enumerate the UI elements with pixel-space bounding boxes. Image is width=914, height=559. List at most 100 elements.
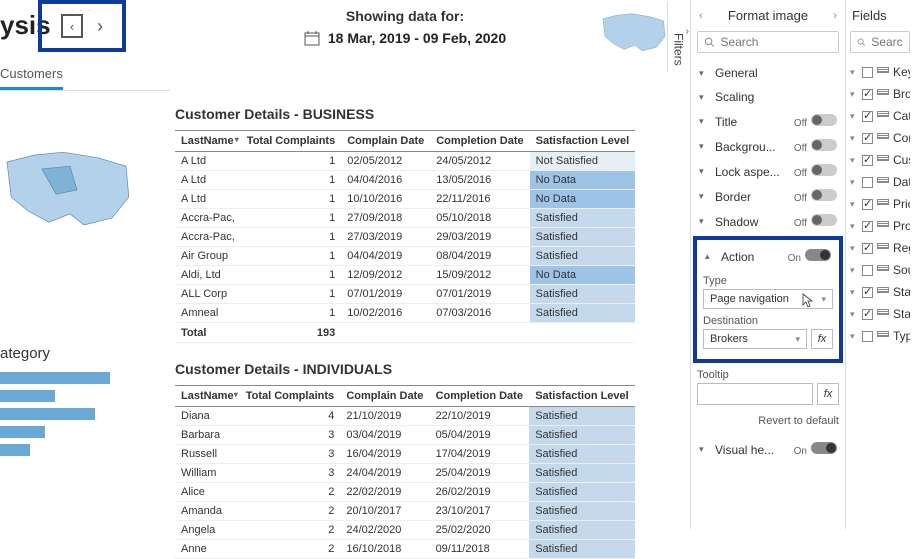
showing-data-label: Showing data for: bbox=[175, 8, 635, 24]
field-label: Key Me bbox=[893, 65, 910, 79]
field-item[interactable]: ▾Source bbox=[850, 259, 910, 281]
table-row[interactable]: Barbara303/04/201905/04/2019Satisfied bbox=[175, 426, 635, 445]
tooltip-input[interactable] bbox=[697, 383, 813, 405]
prop-shadow[interactable]: ▾ShadowOff bbox=[697, 209, 839, 234]
prop-scaling[interactable]: ▾Scaling bbox=[697, 85, 839, 109]
table-row[interactable]: Amneal110/02/201607/03/2016Satisfied bbox=[175, 304, 635, 323]
column-header[interactable]: Satisfaction Level bbox=[530, 131, 636, 152]
format-search[interactable] bbox=[697, 31, 839, 53]
fields-search-input[interactable] bbox=[871, 35, 903, 49]
prev-page-button[interactable]: ‹ bbox=[61, 14, 83, 38]
checkbox[interactable] bbox=[862, 331, 873, 342]
field-item[interactable]: ▾Custon bbox=[850, 149, 910, 171]
bar bbox=[0, 444, 30, 456]
checkbox[interactable] bbox=[862, 243, 873, 254]
field-item[interactable]: ▾Types bbox=[850, 325, 910, 347]
prop-border[interactable]: ▾BorderOff bbox=[697, 184, 839, 209]
table-row[interactable]: Amanda220/10/201723/10/2017Satisfied bbox=[175, 502, 635, 521]
prop-action[interactable]: ▴ActionOn bbox=[703, 244, 833, 269]
field-item[interactable]: ▾Produc bbox=[850, 215, 910, 237]
revert-to-default[interactable]: Revert to default bbox=[697, 415, 839, 427]
toggle-border[interactable] bbox=[811, 189, 837, 201]
table-row[interactable]: Aldi, Ltd112/09/201215/09/2012No Data bbox=[175, 266, 635, 285]
destination-dropdown[interactable]: Brokers ▾ bbox=[703, 329, 807, 349]
table-row[interactable]: Anne216/10/201809/11/2018Satisfied bbox=[175, 540, 635, 559]
checkbox[interactable] bbox=[862, 199, 873, 210]
checkbox[interactable] bbox=[862, 287, 873, 298]
table-row[interactable]: A Ltd110/10/201622/11/2016No Data bbox=[175, 190, 635, 209]
table-row[interactable]: Alice222/02/201926/02/2019Satisfied bbox=[175, 483, 635, 502]
table-icon bbox=[877, 221, 889, 231]
field-item[interactable]: ▾Key Me bbox=[850, 61, 910, 83]
tooltip-fx-button[interactable]: fx bbox=[817, 383, 839, 405]
fields-search[interactable] bbox=[850, 31, 910, 53]
toggle-lock[interactable] bbox=[811, 164, 837, 176]
table-row[interactable]: Russell316/04/201917/04/2019Satisfied bbox=[175, 445, 635, 464]
chevron-right-icon: › bbox=[686, 26, 689, 37]
type-label: Type bbox=[703, 275, 833, 287]
table-row[interactable]: ALL Corp107/01/201907/01/2019Satisfied bbox=[175, 285, 635, 304]
destination-fx-button[interactable]: fx bbox=[811, 329, 833, 349]
toggle-action[interactable] bbox=[805, 249, 831, 261]
field-item[interactable]: ▾Dates bbox=[850, 171, 910, 193]
column-header[interactable]: LastName▾ bbox=[175, 386, 240, 407]
column-header[interactable]: LastName▾ bbox=[175, 131, 241, 152]
toggle-title[interactable] bbox=[811, 114, 837, 126]
field-label: Produc bbox=[893, 219, 910, 233]
table-row[interactable]: Angela224/02/202025/02/2020Satisfied bbox=[175, 521, 635, 540]
column-header[interactable]: Complain Date bbox=[340, 386, 429, 407]
checkbox[interactable] bbox=[862, 155, 873, 166]
checkbox[interactable] bbox=[862, 221, 873, 232]
field-item[interactable]: ▾Region bbox=[850, 237, 910, 259]
column-header[interactable]: Completion Date bbox=[430, 386, 530, 407]
prop-visual-header[interactable]: ▾Visual he...On bbox=[697, 437, 839, 462]
checkbox[interactable] bbox=[862, 177, 873, 188]
table-row[interactable]: A Ltd102/05/201224/05/2012Not Satisfied bbox=[175, 152, 635, 171]
checkbox[interactable] bbox=[862, 89, 873, 100]
type-dropdown[interactable]: Page navigation ▾ bbox=[703, 289, 833, 309]
category-heading: ategory bbox=[0, 345, 50, 362]
next-page-button[interactable]: › bbox=[97, 16, 103, 37]
column-header[interactable]: Satisfaction Level bbox=[529, 386, 635, 407]
prop-general[interactable]: ▾General bbox=[697, 61, 839, 85]
toggle-shadow[interactable] bbox=[811, 214, 837, 226]
prop-title[interactable]: ▾TitleOff bbox=[697, 109, 839, 134]
checkbox[interactable] bbox=[862, 133, 873, 144]
toggle-visual-header[interactable] bbox=[811, 442, 837, 454]
prop-background[interactable]: ▾Backgrou...Off bbox=[697, 134, 839, 159]
table-row[interactable]: Accra-Pac,127/09/201805/10/2018Satisfied bbox=[175, 209, 635, 228]
column-header[interactable]: Complain Date bbox=[341, 131, 430, 152]
field-item[interactable]: ▾Prioriti bbox=[850, 193, 910, 215]
filters-collapsed-tab[interactable]: › Filters bbox=[667, 2, 689, 72]
table-row[interactable]: Diana421/10/201922/10/2019Satisfied bbox=[175, 407, 635, 426]
field-item[interactable]: ▾Status I bbox=[850, 281, 910, 303]
individuals-table[interactable]: LastName▾Total ComplaintsComplain DateCo… bbox=[175, 385, 635, 559]
field-item[interactable]: ▾Statuse bbox=[850, 303, 910, 325]
table-row[interactable]: William324/04/201925/04/2019Satisfied bbox=[175, 464, 635, 483]
field-item[interactable]: ▾Catego bbox=[850, 105, 910, 127]
field-item[interactable]: ▾Brokers bbox=[850, 83, 910, 105]
column-header[interactable]: Total Complaints bbox=[240, 386, 341, 407]
column-header[interactable]: Total Complaints bbox=[241, 131, 341, 152]
business-table[interactable]: LastName▾Total ComplaintsComplain DateCo… bbox=[175, 130, 635, 343]
us-map-small[interactable] bbox=[595, 8, 675, 58]
format-search-input[interactable] bbox=[720, 35, 832, 49]
fields-pane-title: Fields bbox=[850, 4, 910, 27]
chevron-left-icon[interactable]: ‹ bbox=[699, 10, 703, 22]
checkbox[interactable] bbox=[862, 111, 873, 122]
field-item[interactable]: ▾Compl bbox=[850, 127, 910, 149]
table-row[interactable]: A Ltd104/04/201613/05/2016No Data bbox=[175, 171, 635, 190]
table-row[interactable]: Air Group104/04/201908/04/2019Satisfied bbox=[175, 247, 635, 266]
table-row[interactable]: Accra-Pac,127/03/201929/03/2019Satisfied bbox=[175, 228, 635, 247]
checkbox[interactable] bbox=[862, 309, 873, 320]
column-header[interactable]: Completion Date bbox=[430, 131, 529, 152]
calendar-icon bbox=[304, 30, 320, 46]
tab-customers[interactable]: Customers bbox=[0, 60, 63, 90]
tooltip-label: Tooltip bbox=[697, 369, 839, 381]
checkbox[interactable] bbox=[862, 265, 873, 276]
chevron-right-icon[interactable]: › bbox=[833, 10, 837, 22]
checkbox[interactable] bbox=[862, 67, 873, 78]
prop-lock-aspect[interactable]: ▾Lock aspe...Off bbox=[697, 159, 839, 184]
toggle-background[interactable] bbox=[811, 139, 837, 151]
field-label: Source bbox=[893, 263, 910, 277]
